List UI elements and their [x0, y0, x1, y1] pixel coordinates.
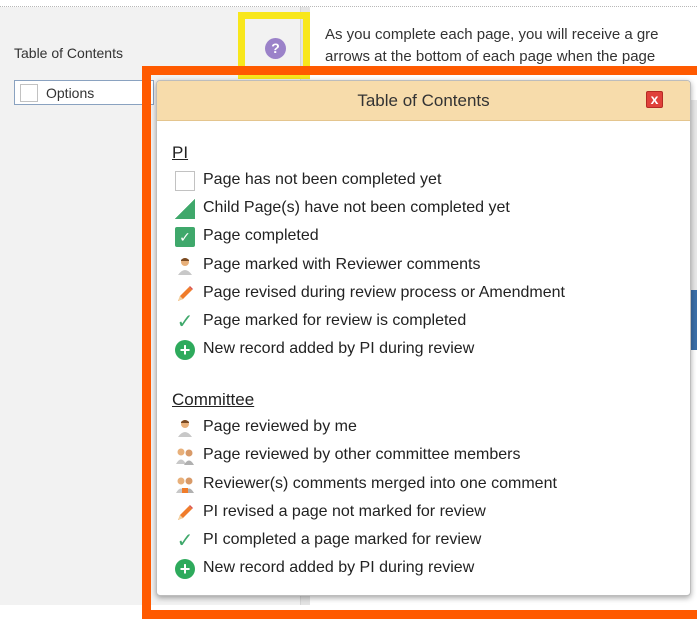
legend-label: PI completed a page marked for review	[203, 531, 482, 548]
options-label: Options	[46, 85, 95, 101]
partial-triangle-icon	[175, 199, 195, 219]
legend-label: PI revised a page not marked for review	[203, 503, 486, 520]
legend-label: Reviewer(s) comments merged into one com…	[203, 475, 557, 492]
options-checkbox-icon	[20, 84, 38, 102]
legend-label: Page marked for review is completed	[203, 312, 467, 329]
legend-label: Child Page(s) have not been completed ye…	[203, 199, 510, 216]
reviewer-icon	[175, 256, 195, 276]
intro-text: As you complete each page, you will rece…	[325, 24, 697, 72]
popup-header: Table of Contents x	[157, 81, 690, 121]
pi-section-title: PI	[172, 143, 189, 162]
legend-label: Page reviewed by other committee members	[203, 446, 521, 463]
close-button[interactable]: x	[646, 91, 663, 108]
legend-label: Page reviewed by me	[203, 418, 357, 435]
help-icon[interactable]: ?	[265, 38, 286, 59]
legend-label: Page revised during review process or Am…	[203, 284, 565, 301]
legend-label: New record added by PI during review	[203, 559, 475, 576]
legend-label: Page has not been completed yet	[203, 171, 442, 188]
intro-line-1: As you complete each page, you will rece…	[325, 26, 659, 43]
plus-circle-icon: +	[175, 340, 195, 360]
checkmark-icon: ✓	[176, 311, 194, 333]
plus-circle-icon: +	[175, 559, 195, 579]
sidebar-title: Table of Contents	[14, 45, 123, 61]
pencil-icon	[175, 503, 195, 523]
intro-line-2: arrows at the bottom of each page when t…	[325, 48, 656, 65]
checkmark-icon: ✓	[176, 530, 194, 552]
checked-box-icon: ✓	[175, 227, 195, 247]
committee-section-title: Committee	[172, 390, 255, 409]
pencil-icon	[175, 284, 195, 304]
reviewer-icon	[175, 418, 195, 438]
empty-box-icon	[175, 171, 195, 191]
legend-label: Page marked with Reviewer comments	[203, 256, 481, 273]
legend-label: Page completed	[203, 227, 319, 244]
popup-title: Table of Contents	[357, 91, 490, 110]
options-button[interactable]: Options	[14, 80, 154, 105]
legend-label: New record added by PI during review	[203, 340, 475, 357]
table-of-contents-popup: Table of Contents x PI Page has not been…	[156, 80, 691, 596]
two-reviewers-icon	[175, 446, 195, 466]
merged-reviewers-icon	[175, 475, 195, 495]
